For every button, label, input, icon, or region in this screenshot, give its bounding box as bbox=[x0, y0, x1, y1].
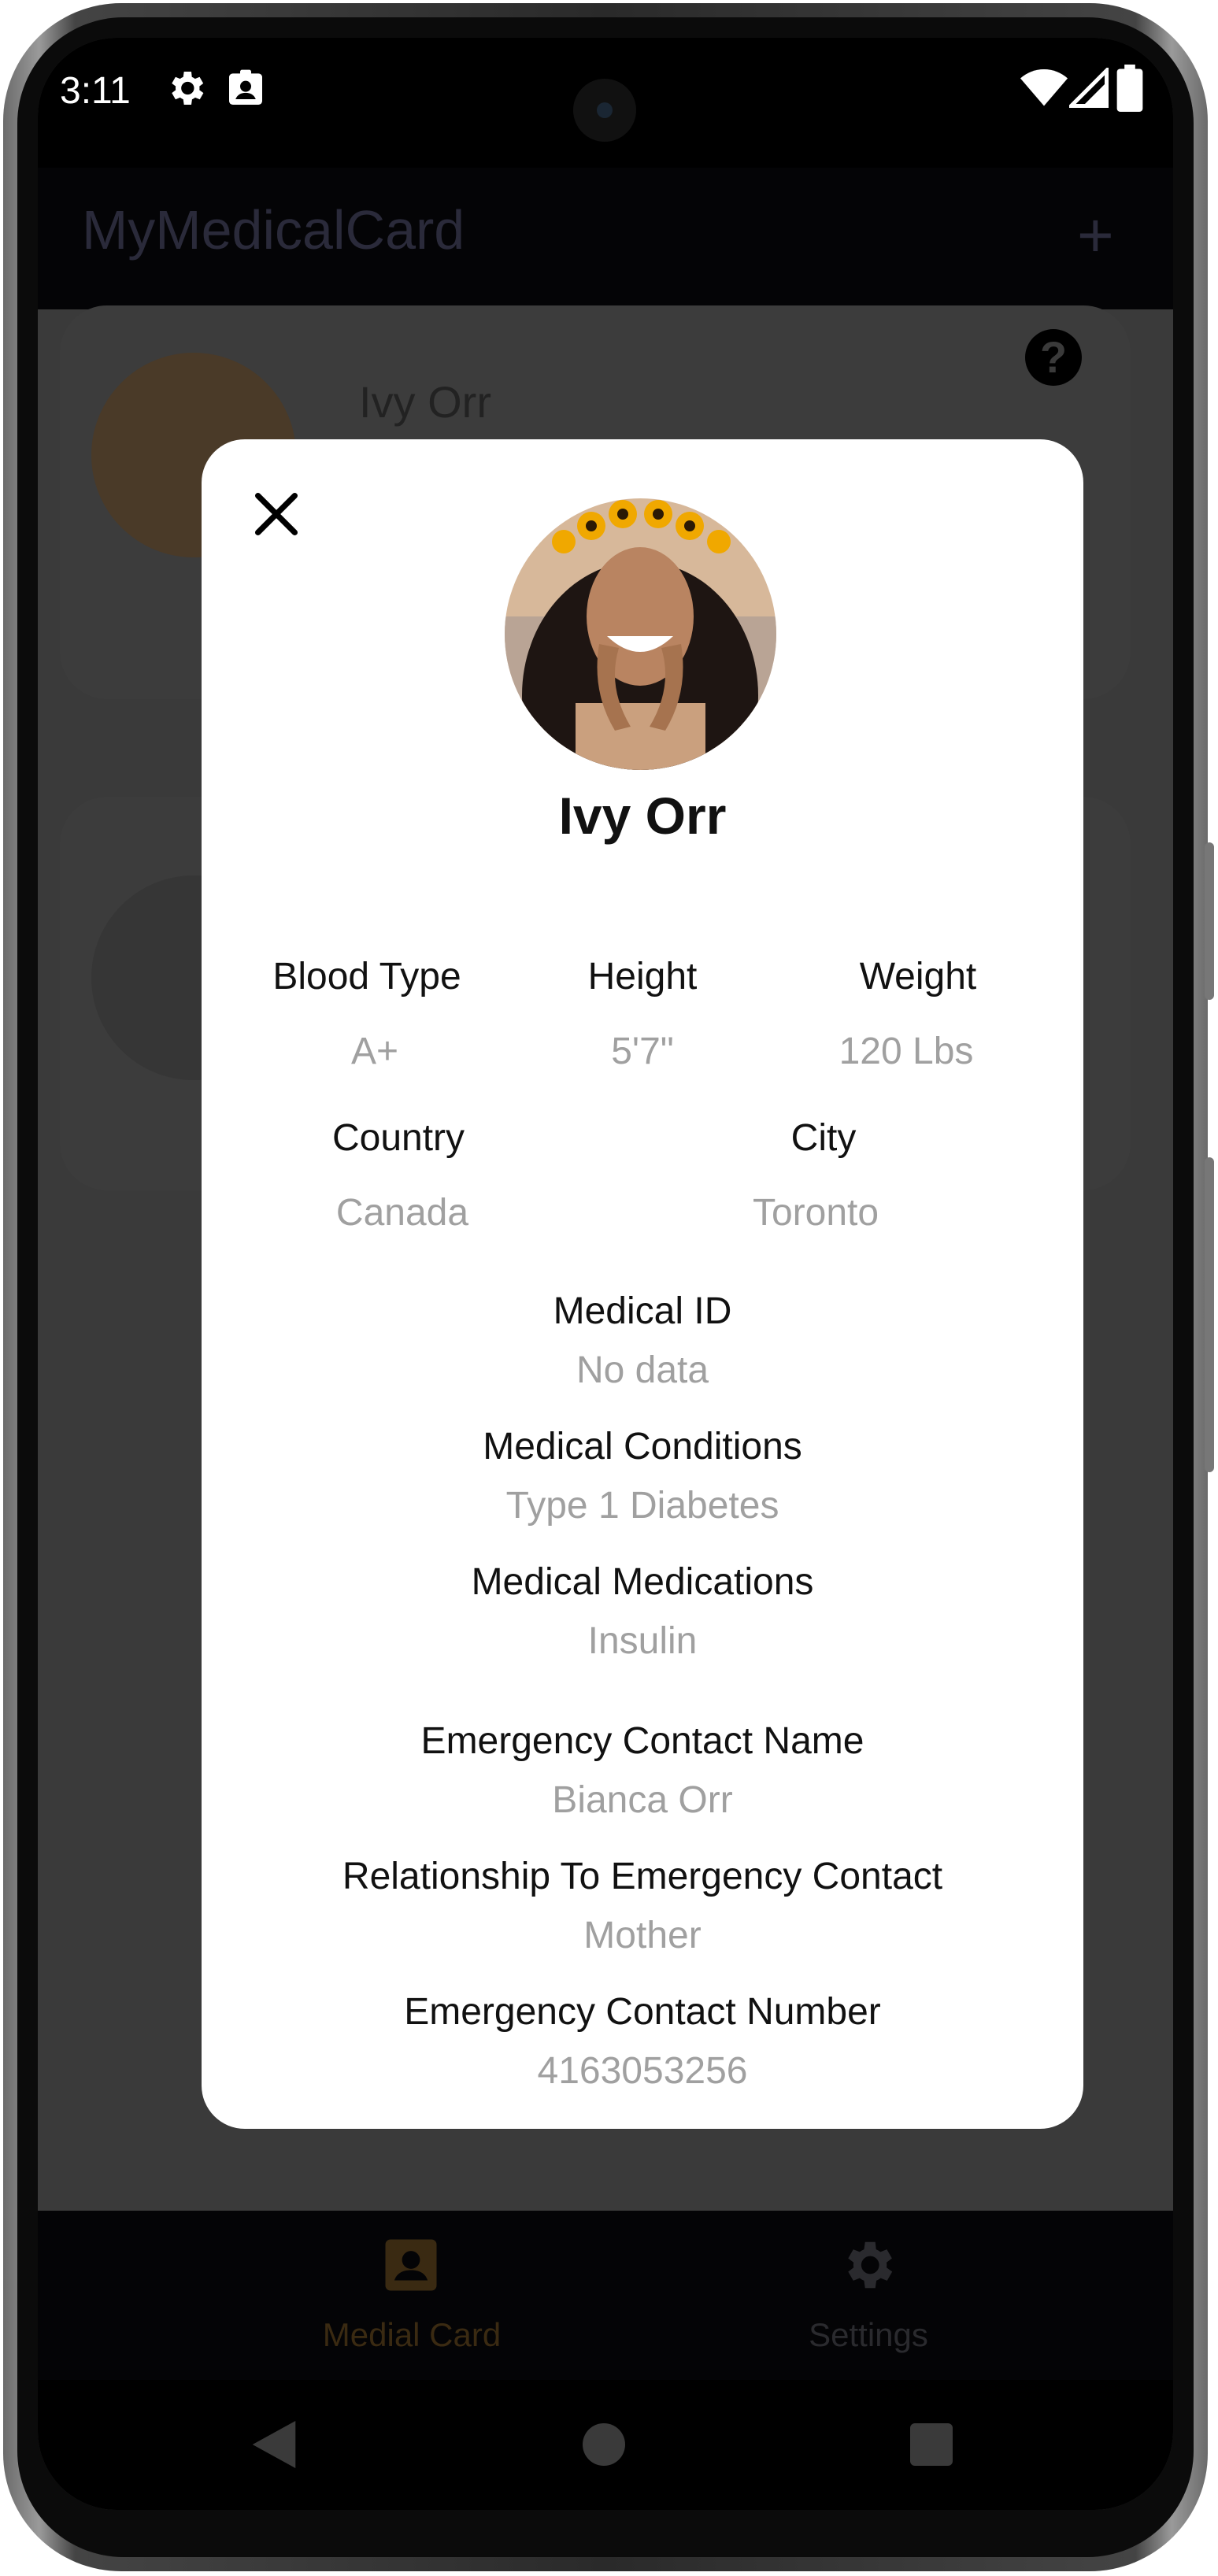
power-button bbox=[1205, 842, 1214, 1000]
plus-icon[interactable]: + bbox=[1077, 199, 1114, 272]
weight-label: Weight bbox=[859, 956, 977, 997]
blood-type-value: A+ bbox=[350, 1031, 399, 1072]
emergency-contact-name-label: Emergency Contact Name bbox=[420, 1720, 864, 1762]
emergency-contact-number-label: Emergency Contact Number bbox=[404, 1991, 881, 2033]
gear-icon bbox=[172, 72, 204, 105]
wifi-icon bbox=[1020, 69, 1068, 106]
battery-icon bbox=[1116, 65, 1143, 112]
medical-medications-label: Medical Medications bbox=[471, 1561, 814, 1603]
signal-icon bbox=[1069, 68, 1109, 108]
profile-modal: Ivy Orr Blood Type A+ Height 5'7" Weight… bbox=[202, 439, 1083, 2129]
weight-value: 120 Lbs bbox=[839, 1031, 974, 1072]
status-bar: 3:11 bbox=[38, 38, 1173, 168]
nav-item-settings[interactable]: Settings bbox=[691, 2234, 1046, 2368]
city-label: City bbox=[790, 1117, 857, 1159]
height-label: Height bbox=[587, 956, 698, 997]
profile-name: Ivy Orr bbox=[558, 786, 727, 845]
question-icon[interactable]: ? bbox=[1025, 329, 1082, 386]
relationship-value: Mother bbox=[583, 1915, 702, 1956]
medical-conditions-value: Type 1 Diabetes bbox=[505, 1485, 779, 1527]
medical-id-label: Medical ID bbox=[553, 1290, 732, 1332]
medical-id-value: No data bbox=[576, 1349, 709, 1391]
height-value: 5'7" bbox=[611, 1031, 674, 1072]
back-triangle-icon[interactable] bbox=[252, 2421, 296, 2468]
country-label: Country bbox=[331, 1117, 465, 1159]
app-title: MyMedicalCard bbox=[82, 199, 465, 261]
blood-type-label: Blood Type bbox=[272, 956, 461, 997]
status-time: 3:11 bbox=[60, 70, 131, 112]
gear-icon bbox=[848, 2241, 893, 2289]
contact-card-icon bbox=[385, 2239, 437, 2291]
front-camera bbox=[573, 79, 636, 142]
volume-button bbox=[1205, 1157, 1214, 1472]
card-name: Ivy Orr bbox=[359, 377, 491, 427]
bottom-nav: Medial Card Settings bbox=[38, 2211, 1173, 2380]
nav-label: Settings bbox=[809, 2316, 928, 2353]
nav-label: Medial Card bbox=[322, 2316, 502, 2353]
country-value: Canada bbox=[335, 1192, 469, 1234]
emergency-contact-number-value: 4163053256 bbox=[537, 2050, 748, 2092]
medical-medications-value: Insulin bbox=[587, 1620, 698, 1662]
contact-card-icon bbox=[229, 69, 262, 105]
recents-square-icon[interactable] bbox=[910, 2423, 953, 2466]
system-nav-bar bbox=[38, 2380, 1173, 2510]
close-icon[interactable] bbox=[245, 483, 308, 546]
avatar bbox=[505, 498, 776, 770]
nav-item-medical-card[interactable]: Medial Card bbox=[235, 2234, 589, 2368]
home-circle-icon[interactable] bbox=[583, 2423, 625, 2466]
screen: 3:11 MyMedicalCard + Ivy Orr ? Medial Ca… bbox=[38, 38, 1173, 2510]
city-value: Toronto bbox=[752, 1192, 879, 1234]
emergency-contact-name-value: Bianca Orr bbox=[552, 1779, 733, 1821]
medical-conditions-label: Medical Conditions bbox=[483, 1426, 802, 1468]
relationship-label: Relationship To Emergency Contact bbox=[342, 1856, 943, 1897]
